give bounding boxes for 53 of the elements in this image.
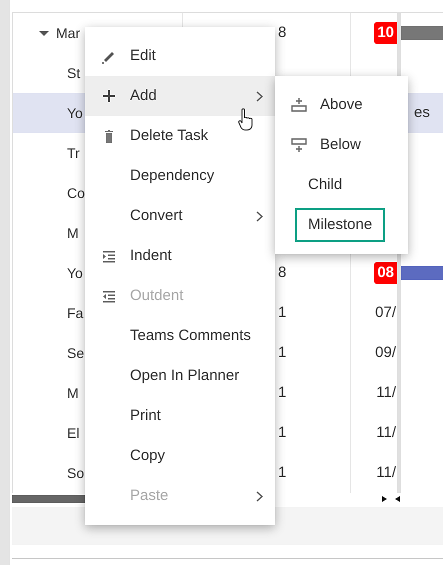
task-name: Se bbox=[67, 344, 84, 362]
table-cell-text: 8 bbox=[278, 22, 286, 43]
submenu-item[interactable]: Milestone bbox=[295, 208, 386, 242]
table-cell-text: 1 bbox=[278, 382, 286, 403]
table-cell-text: 07/ bbox=[375, 302, 397, 323]
task-name: Mar bbox=[56, 24, 80, 42]
table-cell-text: 8 bbox=[278, 262, 286, 283]
menu-item[interactable]: Copy bbox=[85, 436, 275, 476]
chevron-right-icon bbox=[256, 90, 263, 102]
right-arrow-icon[interactable] bbox=[382, 496, 387, 502]
task-name: Tr bbox=[67, 144, 80, 162]
menu-item[interactable]: Print bbox=[85, 396, 275, 436]
table-cell-text: 11/ bbox=[376, 422, 397, 443]
add-below-icon bbox=[291, 137, 307, 153]
table-cell-text: 09/ bbox=[375, 342, 397, 363]
task-name: St bbox=[67, 64, 80, 82]
menu-item[interactable]: Add bbox=[85, 76, 275, 116]
menu-item[interactable]: Convert bbox=[85, 196, 275, 236]
menu-item[interactable]: Delete Task bbox=[85, 116, 275, 156]
chevron-right-icon bbox=[256, 210, 263, 222]
hand-cursor-icon bbox=[238, 108, 255, 131]
task-name: Co bbox=[67, 184, 85, 202]
menu-item[interactable]: Open In Planner bbox=[85, 356, 275, 396]
menu-item[interactable]: Indent bbox=[85, 236, 275, 276]
collapse-arrow-icon[interactable] bbox=[39, 30, 49, 36]
task-name: Fa bbox=[67, 304, 84, 322]
menu-item[interactable]: Edit bbox=[85, 36, 275, 76]
task-name: M bbox=[67, 224, 79, 242]
task-name: Yo bbox=[67, 104, 83, 122]
task-name: M bbox=[67, 384, 79, 402]
date-badge: 08 bbox=[374, 262, 397, 284]
add-above-icon bbox=[291, 97, 307, 113]
table-cell-text: 1 bbox=[278, 422, 286, 443]
menu-item[interactable]: Dependency bbox=[85, 156, 275, 196]
bar-label: es bbox=[414, 102, 430, 123]
left-arrow-icon[interactable] bbox=[395, 496, 400, 502]
menu-item[interactable]: Teams Comments bbox=[85, 316, 275, 356]
indent-icon bbox=[101, 248, 117, 264]
outdent-icon bbox=[101, 288, 117, 304]
table-cell-text: 1 bbox=[278, 302, 286, 323]
table-cell-text: 11/ bbox=[376, 462, 397, 483]
chevron-right-icon bbox=[256, 490, 263, 502]
table-cell-text: 11/ bbox=[376, 382, 397, 403]
plus-icon bbox=[101, 88, 117, 104]
date-badge: 10 bbox=[374, 22, 397, 44]
table-cell-text: 1 bbox=[278, 462, 286, 483]
task-name: El bbox=[67, 424, 80, 442]
submenu-item[interactable]: Child bbox=[295, 168, 356, 202]
task-name: So bbox=[67, 464, 84, 482]
submenu-item[interactable]: Below bbox=[307, 128, 374, 162]
task-name: Yo bbox=[67, 264, 83, 282]
submenu-item[interactable]: Above bbox=[307, 88, 376, 122]
table-cell-text: 1 bbox=[278, 342, 286, 363]
